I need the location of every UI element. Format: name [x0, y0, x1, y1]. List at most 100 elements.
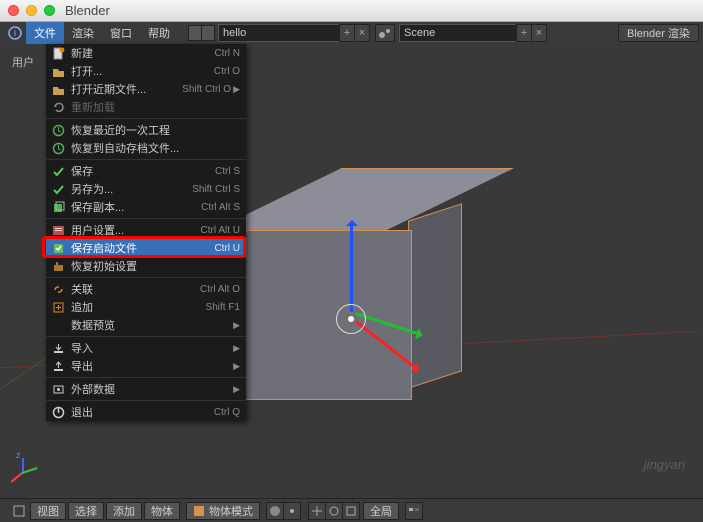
menu-item-label: 退出	[71, 404, 210, 420]
append-icon	[50, 300, 66, 314]
minimize-window-button[interactable]	[26, 5, 37, 16]
menu-item-label: 导入	[71, 340, 231, 356]
file-menu-dropdown: 新建Ctrl N打开... Ctrl O 打开近期文件... Shift Ctrl O…	[46, 44, 246, 421]
file-menu-item[interactable]: 保存副本...Ctrl Alt S	[46, 198, 246, 216]
screen-layout-browse[interactable]	[188, 25, 214, 41]
file-menu-item[interactable]: 打开... Ctrl O	[46, 62, 246, 80]
scene-add-button[interactable]: +	[516, 24, 532, 42]
submenu-arrow-icon: ▶	[233, 84, 240, 95]
manipulator-rotate-icon[interactable]	[325, 502, 343, 520]
viewport-shading-icon[interactable]	[266, 502, 284, 520]
mini-axis-indicator: z	[16, 450, 46, 480]
menu-item-label: 恢复初始设置	[71, 258, 240, 274]
menu-help[interactable]: 帮助	[140, 22, 178, 44]
file-new-icon	[50, 46, 66, 60]
layout-add-button[interactable]: +	[339, 24, 355, 42]
file-menu-item[interactable]: 追加 Shift F1	[46, 298, 246, 316]
menu-item-label: 恢复最近的一次工程	[71, 122, 240, 138]
blank-icon	[50, 318, 66, 332]
menu-item-shortcut: Ctrl Q	[214, 407, 240, 418]
link-icon	[50, 282, 66, 296]
file-menu-item[interactable]: 另存为...Shift Ctrl S	[46, 180, 246, 198]
file-menu-item[interactable]: 恢复初始设置	[46, 257, 246, 275]
menu-item-label: 追加	[71, 299, 202, 315]
menu-item-shortcut: Shift F1	[206, 302, 240, 313]
layers-icon[interactable]	[405, 502, 423, 520]
gizmo-z-arrow[interactable]	[350, 222, 353, 312]
menu-item-shortcut: Ctrl N	[214, 48, 240, 59]
menu-item-label: 打开近期文件...	[71, 81, 178, 97]
user-prefs-icon	[50, 223, 66, 237]
menu-file[interactable]: 文件	[26, 22, 64, 44]
scene-delete-button[interactable]: ×	[531, 24, 547, 42]
close-window-button[interactable]	[8, 5, 19, 16]
export-icon	[50, 359, 66, 373]
render-engine-select[interactable]: Blender 渲染	[618, 24, 699, 42]
editor-type-icon[interactable]	[10, 502, 28, 520]
menu-item-label: 数据预览	[71, 317, 231, 333]
menu-item-label: 打开...	[71, 63, 210, 79]
tool-shelf-label: 用户	[12, 54, 34, 70]
zoom-window-button[interactable]	[44, 5, 55, 16]
submenu-arrow-icon: ▶	[233, 361, 240, 372]
menu-select[interactable]: 选择	[68, 502, 104, 520]
import-icon	[50, 341, 66, 355]
menu-item-label: 另存为...	[71, 181, 188, 197]
file-menu-item[interactable]: 关联Ctrl Alt O	[46, 280, 246, 298]
file-menu-item[interactable]: 保存启动文件Ctrl U	[46, 239, 246, 257]
file-menu-item[interactable]: 新建Ctrl N	[46, 44, 246, 62]
file-menu-item[interactable]: 外部数据▶	[46, 380, 246, 398]
menu-item-label: 导出	[71, 358, 231, 374]
menu-item-shortcut: Ctrl O	[214, 66, 240, 77]
file-menu-item[interactable]: 恢复最近的一次工程	[46, 121, 246, 139]
menu-item-label: 用户设置...	[71, 222, 197, 238]
file-menu-item[interactable]: 重新加载	[46, 98, 246, 116]
manipulator-scale-icon[interactable]	[342, 502, 360, 520]
file-menu-item[interactable]: 数据预览▶	[46, 316, 246, 334]
save-copy-icon	[50, 200, 66, 214]
screen-layout-field[interactable]: hello	[218, 24, 340, 42]
transform-orientation[interactable]: 全局	[363, 502, 399, 520]
scene-browse-icon[interactable]	[375, 24, 395, 42]
scene-field[interactable]: Scene	[399, 24, 517, 42]
menu-item-label: 外部数据	[71, 381, 231, 397]
menu-item-shortcut: Ctrl U	[214, 243, 240, 254]
info-icon[interactable]: i	[6, 24, 24, 42]
window-titlebar: Blender	[0, 0, 703, 22]
transform-gizmo[interactable]	[342, 204, 362, 224]
submenu-arrow-icon: ▶	[233, 343, 240, 354]
menu-item-shortcut: Ctrl Alt U	[201, 225, 240, 236]
file-menu-item[interactable]: 恢复到自动存档文件...	[46, 139, 246, 157]
file-menu-item[interactable]: 退出 Ctrl Q	[46, 403, 246, 421]
watermark: jingyan	[644, 457, 685, 472]
file-menu-item[interactable]: 导出▶	[46, 357, 246, 375]
menu-item-label: 恢复到自动存档文件...	[71, 140, 240, 156]
external-data-icon	[50, 382, 66, 396]
file-menu-item[interactable]: 保存Ctrl S	[46, 162, 246, 180]
menu-view[interactable]: 视图	[30, 502, 66, 520]
menu-object[interactable]: 物体	[144, 502, 180, 520]
save-startup-icon	[50, 241, 66, 255]
check-icon	[50, 164, 66, 178]
factory-icon	[50, 259, 66, 273]
folder-open-icon	[50, 64, 66, 78]
refresh-icon	[50, 100, 66, 114]
submenu-arrow-icon: ▶	[233, 320, 240, 331]
file-menu-item[interactable]: 用户设置... Ctrl Alt U	[46, 221, 246, 239]
layout-delete-button[interactable]: ×	[354, 24, 370, 42]
menu-window[interactable]: 窗口	[102, 22, 140, 44]
recover-icon	[50, 141, 66, 155]
menu-add[interactable]: 添加	[106, 502, 142, 520]
check-icon	[50, 182, 66, 196]
info-header: i 文件 渲染 窗口 帮助 hello + × Scene + × Blende…	[0, 22, 703, 44]
file-menu-item[interactable]: 导入▶	[46, 339, 246, 357]
pivot-icon[interactable]	[283, 502, 301, 520]
menu-render[interactable]: 渲染	[64, 22, 102, 44]
menu-item-shortcut: Ctrl Alt O	[200, 284, 240, 295]
manipulator-translate-icon[interactable]	[308, 502, 326, 520]
recover-icon	[50, 123, 66, 137]
mode-select[interactable]: 物体模式	[186, 502, 260, 520]
menu-item-shortcut: Shift Ctrl O	[182, 84, 231, 95]
file-menu-item[interactable]: 打开近期文件... Shift Ctrl O▶	[46, 80, 246, 98]
menu-item-label: 保存	[71, 163, 211, 179]
